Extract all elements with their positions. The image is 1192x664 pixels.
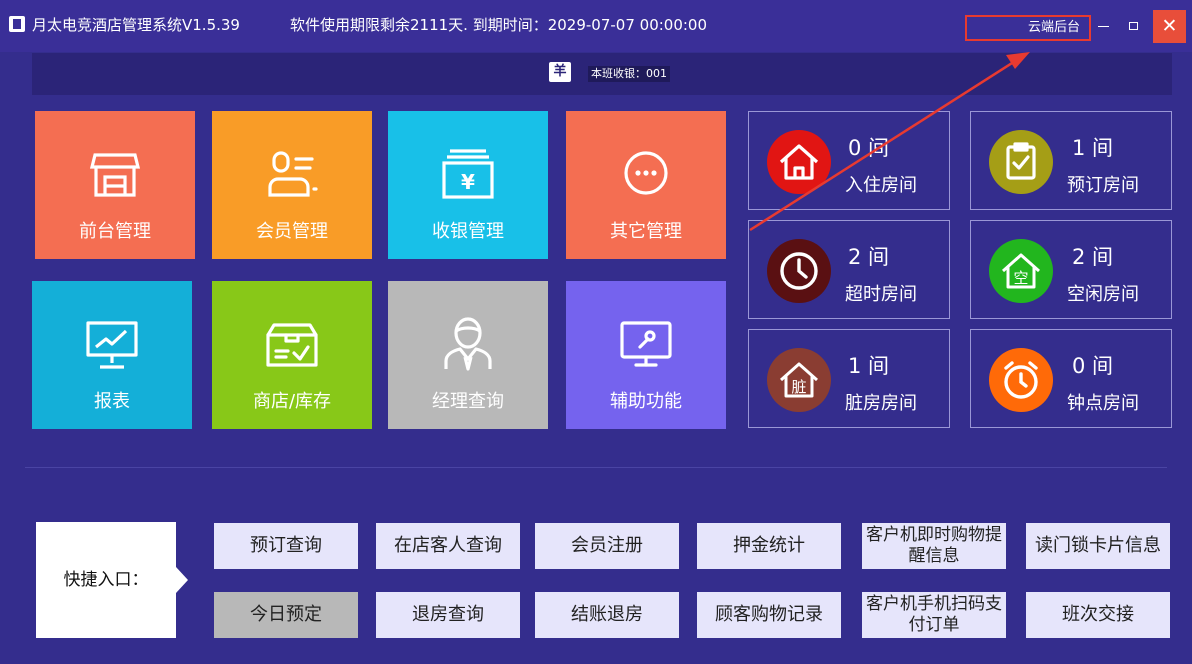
tile-label: 收银管理: [432, 221, 504, 242]
mobile-scan-payment-orders-button[interactable]: 客户机手机扫码支付订单: [862, 592, 1006, 638]
reports-tile[interactable]: 报表: [32, 281, 192, 429]
other-management-tile[interactable]: 其它管理: [566, 111, 726, 259]
member-management-tile[interactable]: 会员管理: [212, 111, 372, 259]
tile-label: 报表: [94, 391, 130, 412]
room-label: 钟点房间: [1067, 393, 1139, 414]
tile-label: 商店/库存: [252, 391, 332, 412]
shift-handover-button[interactable]: 班次交接: [1026, 592, 1170, 638]
cloud-backend-button[interactable]: 云端后台: [965, 15, 1091, 41]
settle-checkout-button[interactable]: 结账退房: [535, 592, 679, 638]
vacant-rooms-card[interactable]: 空 2 间 空闲房间: [970, 220, 1172, 319]
app-title: 月太电竞酒店管理系统V1.5.39: [32, 16, 240, 34]
monitor-tools-icon: [614, 313, 678, 377]
cashier-management-tile[interactable]: ¥ 收银管理: [388, 111, 548, 259]
section-divider: [25, 467, 1167, 468]
chart-board-icon: [80, 313, 144, 377]
tile-label: 辅助功能: [610, 391, 682, 412]
reserved-rooms-card[interactable]: 1 间 预订房间: [970, 111, 1172, 210]
maximize-icon[interactable]: [1126, 18, 1140, 32]
tile-label: 经理查询: [432, 391, 504, 412]
room-label: 空闲房间: [1067, 284, 1139, 305]
tile-label: 其它管理: [610, 221, 682, 242]
more-options-icon: [614, 143, 678, 207]
today-reservations-button[interactable]: 今日预定: [214, 592, 358, 638]
title-bar: 月太电竞酒店管理系统V1.5.39 软件使用期限剩余2111天. 到期时间：20…: [0, 0, 1192, 52]
room-count: 0 间: [1072, 354, 1114, 378]
minimize-icon[interactable]: [1096, 16, 1112, 32]
room-label: 预订房间: [1067, 175, 1139, 196]
member-registration-button[interactable]: 会员注册: [535, 523, 679, 569]
svg-text:¥: ¥: [461, 170, 475, 194]
manager-icon: [436, 313, 500, 377]
room-count: 0 间: [848, 136, 890, 160]
in-house-guest-query-button[interactable]: 在店客人查询: [376, 523, 520, 569]
room-count: 1 间: [1072, 136, 1114, 160]
empty-house-icon: 空: [989, 239, 1053, 303]
cash-register-icon: ¥: [436, 143, 500, 207]
tile-label: 会员管理: [256, 221, 328, 242]
hourly-rooms-card[interactable]: 0 间 钟点房间: [970, 329, 1172, 428]
shift-cashier-label: 本班收银：001: [588, 66, 670, 82]
room-count: 2 间: [848, 245, 890, 269]
manager-query-tile[interactable]: 经理查询: [388, 281, 548, 429]
vacant-house-glyph: 空: [1013, 269, 1028, 287]
dirty-rooms-card[interactable]: 脏 1 间 脏房房间: [748, 329, 950, 428]
quick-entry-label: 快捷入口：: [36, 522, 176, 638]
clock-icon: [767, 239, 831, 303]
alarm-clock-icon: [989, 348, 1053, 412]
occupied-rooms-card[interactable]: 0 间 入住房间: [748, 111, 950, 210]
quick-entry-pointer: [176, 567, 188, 593]
dirty-house-icon: 脏: [767, 348, 831, 412]
read-door-lock-card-button[interactable]: 读门锁卡片信息: [1026, 523, 1170, 569]
cashier-icon: 羊: [549, 62, 571, 82]
deposit-statistics-button[interactable]: 押金统计: [697, 523, 841, 569]
overtime-rooms-card[interactable]: 2 间 超时房间: [748, 220, 950, 319]
shop-inventory-tile[interactable]: 商店/库存: [212, 281, 372, 429]
reservation-query-button[interactable]: 预订查询: [214, 523, 358, 569]
app-logo-icon: [9, 16, 25, 32]
room-count: 2 间: [1072, 245, 1114, 269]
dirty-house-glyph: 脏: [791, 378, 806, 396]
customer-purchase-records-button[interactable]: 顾客购物记录: [697, 592, 841, 638]
clipboard-check-icon: [989, 130, 1053, 194]
room-label: 入住房间: [845, 175, 917, 196]
front-desk-tile[interactable]: 前台管理: [35, 111, 195, 259]
room-label: 超时房间: [845, 284, 917, 305]
member-card-icon: [260, 143, 324, 207]
room-count: 1 间: [848, 354, 890, 378]
client-shopping-reminder-button[interactable]: 客户机即时购物提醒信息: [862, 523, 1006, 569]
inventory-box-icon: [260, 313, 324, 377]
tile-label: 前台管理: [79, 221, 151, 242]
checkout-query-button[interactable]: 退房查询: [376, 592, 520, 638]
storefront-icon: [83, 143, 147, 207]
close-icon[interactable]: ✕: [1153, 10, 1186, 43]
house-icon: [767, 130, 831, 194]
room-label: 脏房房间: [845, 393, 917, 414]
license-info: 软件使用期限剩余2111天. 到期时间：2029-07-07 00:00:00: [290, 16, 708, 34]
auxiliary-functions-tile[interactable]: 辅助功能: [566, 281, 726, 429]
